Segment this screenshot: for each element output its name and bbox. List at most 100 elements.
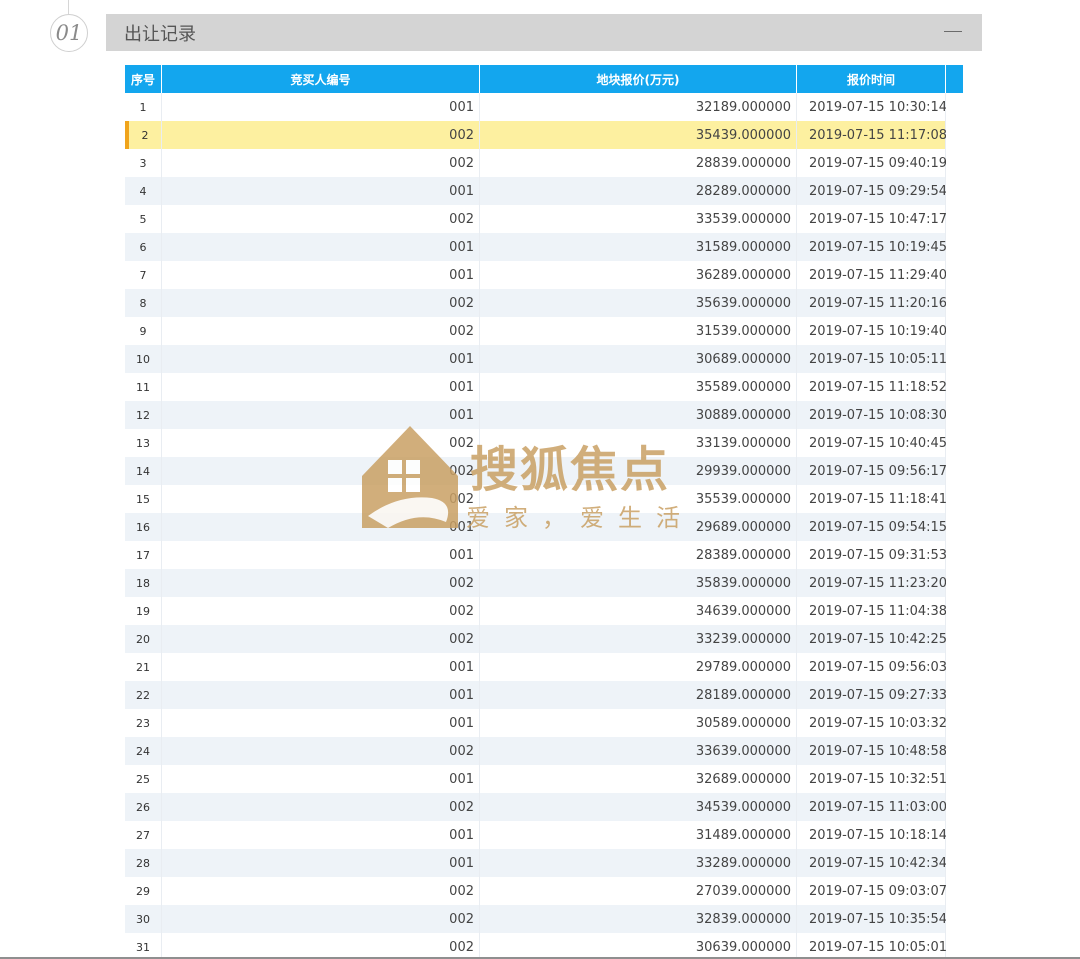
row-scrollbar-gutter [946, 709, 963, 737]
cell-bidder-id: 001 [162, 681, 480, 709]
cell-bid-price: 28389.000000 [480, 541, 797, 569]
table-row[interactable]: 1500235539.0000002019-07-15 11:18:41 [125, 485, 963, 513]
cell-index: 27 [125, 821, 162, 849]
cell-index: 11 [125, 373, 162, 401]
cell-bid-price: 35639.000000 [480, 289, 797, 317]
table-row[interactable]: 600131589.0000002019-07-15 10:19:45 [125, 233, 963, 261]
cell-bid-time: 2019-07-15 10:03:32 [797, 709, 946, 737]
table-row[interactable]: 2100129789.0000002019-07-15 09:56:03 [125, 653, 963, 681]
section-header-bar[interactable]: 出让记录 [106, 14, 982, 51]
cell-bid-time: 2019-07-15 11:29:40 [797, 261, 946, 289]
table-row[interactable]: 2500132689.0000002019-07-15 10:32:51 [125, 765, 963, 793]
table-row[interactable]: 2000233239.0000002019-07-15 10:42:25 [125, 625, 963, 653]
table-row[interactable]: 500233539.0000002019-07-15 10:47:17 [125, 205, 963, 233]
cell-bidder-id: 001 [162, 709, 480, 737]
cell-bid-price: 30689.000000 [480, 345, 797, 373]
cell-index: 28 [125, 849, 162, 877]
cell-bid-price: 34639.000000 [480, 597, 797, 625]
cell-bidder-id: 002 [162, 149, 480, 177]
cell-bid-price: 35839.000000 [480, 569, 797, 597]
table-row[interactable]: 100132189.0000002019-07-15 10:30:14 [125, 93, 963, 121]
cell-bid-time: 2019-07-15 11:04:38 [797, 597, 946, 625]
cell-bidder-id: 002 [162, 905, 480, 933]
table-row[interactable]: 1800235839.0000002019-07-15 11:23:20 [125, 569, 963, 597]
cell-index: 14 [125, 457, 162, 485]
cell-index: 25 [125, 765, 162, 793]
cell-index: 26 [125, 793, 162, 821]
table-row[interactable]: 1400229939.0000002019-07-15 09:56:17 [125, 457, 963, 485]
cell-bidder-id: 001 [162, 765, 480, 793]
collapse-button[interactable] [936, 20, 970, 44]
cell-bid-time: 2019-07-15 10:42:25 [797, 625, 946, 653]
table-row[interactable]: 300228839.0000002019-07-15 09:40:19 [125, 149, 963, 177]
cell-bidder-id: 002 [162, 457, 480, 485]
table-row[interactable]: 2400233639.0000002019-07-15 10:48:58 [125, 737, 963, 765]
table-row[interactable]: 1200130889.0000002019-07-15 10:08:30 [125, 401, 963, 429]
table-row[interactable]: 1600129689.0000002019-07-15 09:54:15 [125, 513, 963, 541]
cell-bid-price: 27039.000000 [480, 877, 797, 905]
table-row[interactable]: 1300233139.0000002019-07-15 10:40:45 [125, 429, 963, 457]
cell-bidder-id: 001 [162, 373, 480, 401]
cell-bid-time: 2019-07-15 09:40:19 [797, 149, 946, 177]
cell-bid-time: 2019-07-15 09:29:54 [797, 177, 946, 205]
cell-bidder-id: 001 [162, 93, 480, 121]
cell-index: 19 [125, 597, 162, 625]
cell-index: 3 [125, 149, 162, 177]
row-scrollbar-gutter [946, 681, 963, 709]
cell-bidder-id: 002 [162, 485, 480, 513]
table-row[interactable]: 3000232839.0000002019-07-15 10:35:54 [125, 905, 963, 933]
row-scrollbar-gutter [946, 457, 963, 485]
column-header-scrollbar-gutter [946, 65, 963, 93]
table-row[interactable]: 3100230639.0000002019-07-15 10:05:01 [125, 933, 963, 959]
table-row[interactable]: 900231539.0000002019-07-15 10:19:40 [125, 317, 963, 345]
row-scrollbar-gutter [946, 93, 963, 121]
cell-bidder-id: 001 [162, 401, 480, 429]
table-row[interactable]: 1100135589.0000002019-07-15 11:18:52 [125, 373, 963, 401]
cell-bidder-id: 002 [162, 933, 480, 959]
table-row[interactable]: 2900227039.0000002019-07-15 09:03:07 [125, 877, 963, 905]
cell-bid-time: 2019-07-15 10:19:45 [797, 233, 946, 261]
cell-bidder-id: 002 [162, 877, 480, 905]
cell-bid-price: 30889.000000 [480, 401, 797, 429]
row-scrollbar-gutter [946, 597, 963, 625]
table-row[interactable]: 200235439.0000002019-07-15 11:17:08 [125, 121, 963, 149]
cell-bid-time: 2019-07-15 10:32:51 [797, 765, 946, 793]
cell-bidder-id: 002 [162, 737, 480, 765]
table-row[interactable]: 2800133289.0000002019-07-15 10:42:34 [125, 849, 963, 877]
cell-bidder-id: 002 [162, 429, 480, 457]
cell-bid-price: 32689.000000 [480, 765, 797, 793]
cell-bid-price: 31589.000000 [480, 233, 797, 261]
cell-bid-time: 2019-07-15 09:03:07 [797, 877, 946, 905]
table-row[interactable]: 800235639.0000002019-07-15 11:20:16 [125, 289, 963, 317]
cell-bidder-id: 001 [162, 261, 480, 289]
table-row[interactable]: 2200128189.0000002019-07-15 09:27:33 [125, 681, 963, 709]
table-row[interactable]: 400128289.0000002019-07-15 09:29:54 [125, 177, 963, 205]
cell-index: 9 [125, 317, 162, 345]
table-row[interactable]: 1900234639.0000002019-07-15 11:04:38 [125, 597, 963, 625]
table-row[interactable]: 2600234539.0000002019-07-15 11:03:00 [125, 793, 963, 821]
cell-bidder-id: 002 [162, 625, 480, 653]
table-row[interactable]: 2300130589.0000002019-07-15 10:03:32 [125, 709, 963, 737]
cell-index: 15 [125, 485, 162, 513]
row-scrollbar-gutter [946, 345, 963, 373]
row-scrollbar-gutter [946, 177, 963, 205]
table-row[interactable]: 700136289.0000002019-07-15 11:29:40 [125, 261, 963, 289]
cell-bidder-id: 001 [162, 849, 480, 877]
row-scrollbar-gutter [946, 485, 963, 513]
table-row[interactable]: 1700128389.0000002019-07-15 09:31:53 [125, 541, 963, 569]
cell-bid-price: 30639.000000 [480, 933, 797, 959]
table-row[interactable]: 1000130689.0000002019-07-15 10:05:11 [125, 345, 963, 373]
cell-bid-price: 32839.000000 [480, 905, 797, 933]
cell-index: 30 [125, 905, 162, 933]
cell-bid-time: 2019-07-15 09:56:03 [797, 653, 946, 681]
step-connector-line [68, 0, 69, 14]
row-scrollbar-gutter [946, 205, 963, 233]
cell-bid-time: 2019-07-15 09:27:33 [797, 681, 946, 709]
table-row[interactable]: 2700131489.0000002019-07-15 10:18:14 [125, 821, 963, 849]
cell-bid-time: 2019-07-15 11:18:41 [797, 485, 946, 513]
cell-bid-price: 31489.000000 [480, 821, 797, 849]
cell-index: 23 [125, 709, 162, 737]
cell-index: 24 [125, 737, 162, 765]
cell-index: 20 [125, 625, 162, 653]
cell-bid-time: 2019-07-15 11:17:08 [797, 121, 946, 149]
